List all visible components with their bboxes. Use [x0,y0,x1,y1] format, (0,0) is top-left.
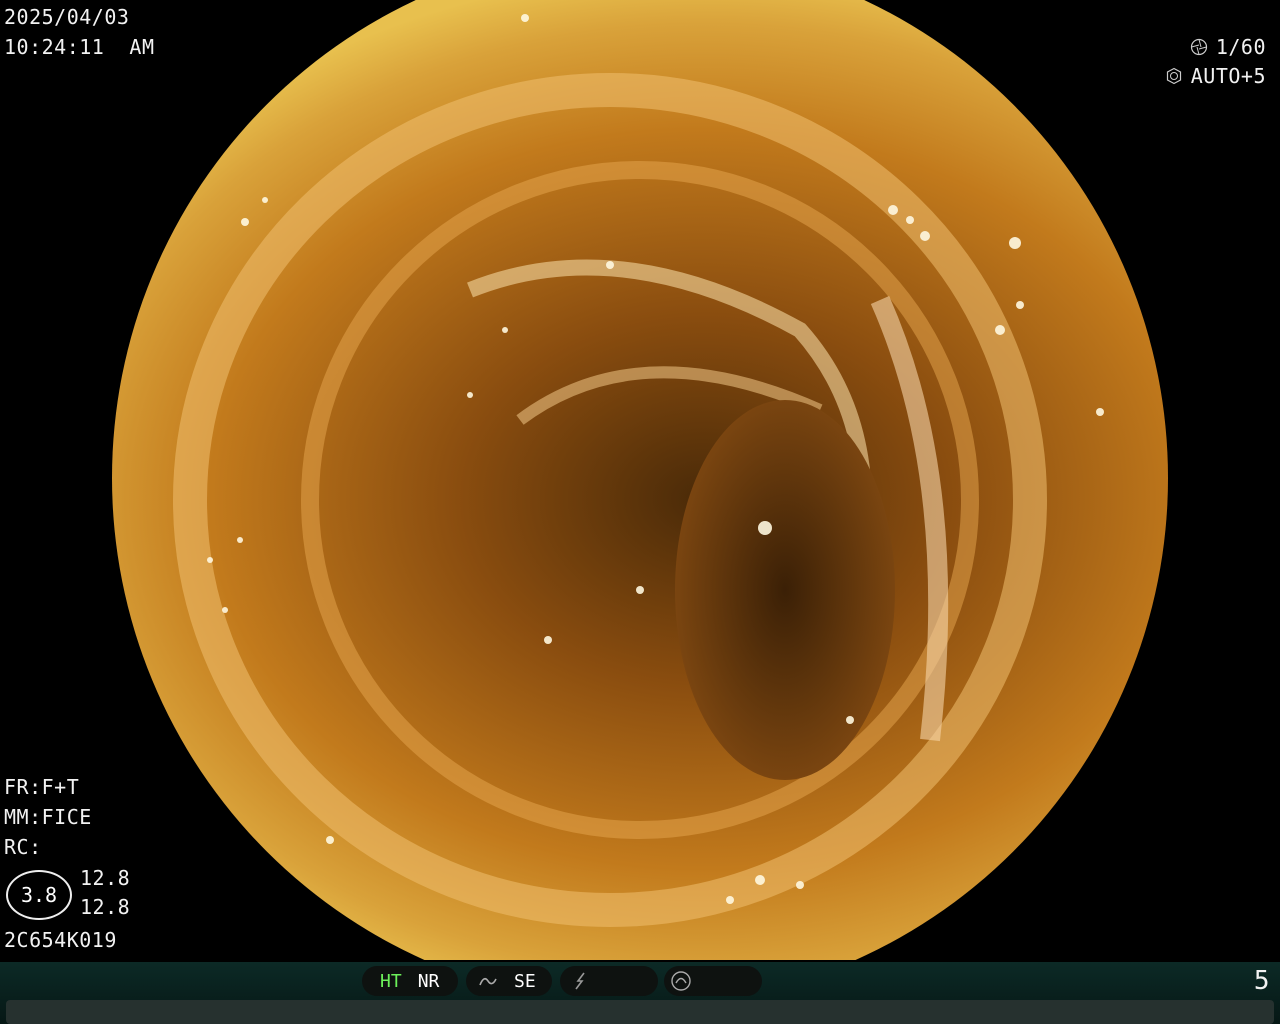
status-bar: HT NR SE [0,962,1280,1024]
se-indicator: SE [514,970,536,992]
gauge-bottom-value: 12.8 [80,895,131,919]
fr-setting: FR:F+T [4,775,80,799]
dial-slot [664,966,762,996]
ht-indicator: HT [380,970,402,992]
gauge-ring: 3.8 [6,870,72,920]
mm-setting: MM:FICE [4,805,92,829]
exposure-overlay: 1/60 AUTO+5 [1165,32,1266,90]
gauge-value: 3.8 [20,883,58,907]
lumen [675,400,895,780]
shutter-icon [1190,38,1207,55]
ht-nr-slot: HT NR [362,966,458,996]
flash-icon [575,972,585,990]
nr-indicator: NR [417,970,440,992]
shutter-speed: 1/60 [1215,34,1266,59]
gauge-readouts: 12.8 12.8 [80,864,130,922]
status-bar-lower-panel [6,1000,1274,1024]
time-label: 10:24:11 AM [4,35,155,59]
flash-slot [560,966,658,996]
gauge-top-value: 12.8 [80,866,131,890]
exposure-mode: AUTO+5 [1190,63,1266,88]
datetime-overlay: 2025/04/03 10:24:11 AM [4,2,155,62]
date-label: 2025/04/03 [4,5,130,29]
settings-overlay: FR:F+T MM:FICE RC: [4,772,92,862]
serial-number: 2C654K019 [4,928,117,952]
dial-icon [671,971,691,991]
page-number: 5 [1253,966,1270,996]
rc-setting: RC: [4,835,42,859]
se-slot: SE [466,966,552,996]
wave-icon [479,977,497,986]
endoscopic-view [112,0,1168,960]
iris-icon [1166,67,1181,84]
